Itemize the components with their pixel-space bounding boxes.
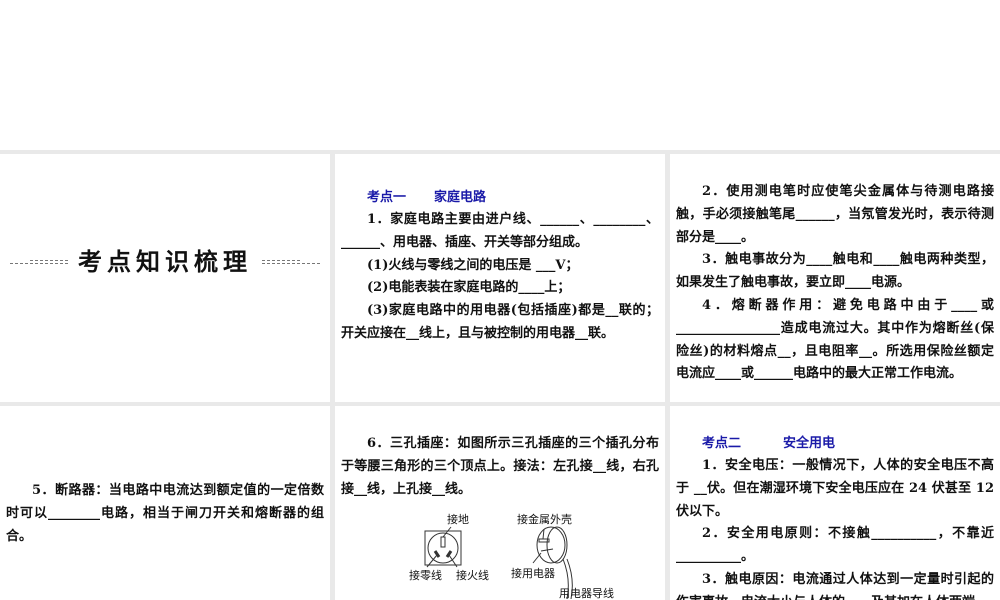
title-panel: 考点知识梳理 (0, 154, 330, 402)
paragraph: 1．家庭电路主要由进户线、______、________、______、用电器、… (341, 212, 659, 250)
socket-panel: 6．三孔插座：如图所示三孔插座的三个插孔分布于等腰三角形的三个顶点上。接法：左孔… (335, 406, 665, 600)
blank-header-area (0, 0, 1000, 150)
paragraph: (1)火线与零线之间的电压是 ___V； (367, 257, 579, 273)
section-title-text: 考点知识梳理 (78, 248, 252, 276)
paragraph: 4．熔断器作用：避免电路中由于____或________________造成电流… (676, 297, 994, 382)
topic-name: 家庭电路 (434, 190, 487, 205)
topic-heading: 考点二 安全用电 (676, 433, 994, 455)
label-appliance: 接用电器 (511, 567, 555, 581)
paragraph: 2．安全用电原则：不接触__________，不靠近__________。 (676, 526, 994, 565)
section-title: 考点知识梳理 (0, 242, 330, 277)
label-ground: 接地 (447, 513, 469, 527)
topic-heading: 考点一 家庭电路 (341, 187, 659, 209)
topic-number: 考点二 (702, 436, 742, 451)
paragraph: (2)电能表装在家庭电路的____上； (367, 280, 571, 296)
divider-right (262, 259, 320, 264)
label-live: 接火线 (456, 569, 489, 583)
paragraph: 3．触电原因：电流通过人体达到一定量时引起的伤害事故，电流大小与人体的____及… (676, 571, 994, 600)
paragraph: 2．使用测电笔时应使笔尖金属体与待测电路接触，手必须接触笔尾______，当氖管… (676, 184, 994, 245)
paragraph: 6．三孔插座：如图所示三孔插座的三个插孔分布于等腰三角形的三个顶点上。接法：左孔… (341, 436, 659, 497)
label-cord: 用电器导线 (559, 587, 614, 600)
paragraph: 3．触电事故分为____触电和____触电两种类型，如果发生了触电事故，要立即_… (676, 252, 994, 291)
label-metal-case: 接金属外壳 (517, 513, 572, 527)
test-pen-panel: 2．使用测电笔时应使笔尖金属体与待测电路接触，手必须接触笔尾______，当氖管… (670, 154, 1000, 402)
socket-figure: 接地 接金属外壳 接零线 接火线 接用电器 用电器导线 (341, 509, 659, 600)
divider-left (10, 259, 68, 264)
household-circuit-panel: 考点一 家庭电路 1．家庭电路主要由进户线、______、________、___… (335, 154, 665, 402)
breaker-panel: 5．断路器：当电路中电流达到额定值的一定倍数时可以________电路，相当于闸… (0, 406, 330, 600)
label-neutral: 接零线 (409, 569, 442, 583)
topic-name: 安全用电 (783, 436, 836, 451)
paragraph: 5．断路器：当电路中电流达到额定值的一定倍数时可以________电路，相当于闸… (6, 483, 324, 544)
slide-grid: 考点知识梳理 考点一 家庭电路 1．家庭电路主要由进户线、______、_____… (0, 150, 1000, 600)
topic-number: 考点一 (367, 190, 407, 205)
paragraph: (3)家庭电路中的用电器(包括插座)都是__联的；开关应接在__线上，且与被控制… (341, 303, 659, 341)
paragraph: 1．安全电压：一般情况下，人体的安全电压不高于 __伏。但在潮湿环境下安全电压应… (676, 458, 994, 519)
electrical-safety-panel: 考点二 安全用电 1．安全电压：一般情况下，人体的安全电压不高于 __伏。但在潮湿… (670, 406, 1000, 600)
